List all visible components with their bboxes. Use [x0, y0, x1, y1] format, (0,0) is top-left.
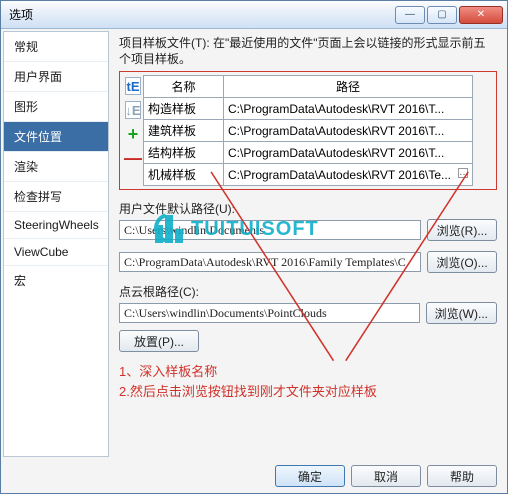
add-row-button[interactable]: +: [125, 125, 141, 143]
minimize-button[interactable]: —: [395, 6, 425, 24]
sidebar-item-macro[interactable]: 宏: [4, 265, 108, 295]
sidebar-item-graphics[interactable]: 图形: [4, 91, 108, 121]
annotation-line1: 1、深入样板名称: [119, 362, 497, 382]
footer: 确定 取消 帮助: [275, 465, 497, 487]
table-row[interactable]: 机械样板 C:\ProgramData\Autodesk\RVT 2016\Te…: [144, 164, 473, 186]
window-title: 选项: [9, 6, 393, 23]
sidebar-item-steeringwheels[interactable]: SteeringWheels: [4, 211, 108, 238]
titlebar[interactable]: 选项 — ▢ ✕: [1, 1, 507, 29]
family-path-group: C:\ProgramData\Autodesk\RVT 2016\Family …: [119, 251, 497, 273]
maximize-button[interactable]: ▢: [427, 6, 457, 24]
family-path-browse-button[interactable]: 浏览(O)...: [427, 251, 497, 273]
cloud-path-browse-button[interactable]: 浏览(W)...: [426, 302, 497, 324]
sidebar-item-ui[interactable]: 用户界面: [4, 61, 108, 91]
cloud-path-group: 点云根路径(C): C:\Users\windlin\Documents\Poi…: [119, 283, 497, 324]
content-panel: 项目样板文件(T): 在"最近使用的文件"页面上会以链接的形式显示前五个项目样板…: [109, 29, 507, 459]
cancel-button[interactable]: 取消: [351, 465, 421, 487]
template-table-area: tE ↓E + — 名称 路径 构造样板 C:\ProgramData\Auto…: [119, 71, 497, 190]
body: 常规 用户界面 图形 文件位置 渲染 检查拼写 SteeringWheels V…: [1, 29, 507, 459]
places-button[interactable]: 放置(P)...: [119, 330, 199, 352]
user-path-group: 用户文件默认路径(U): C:\Users\windlin\Documents …: [119, 200, 497, 241]
col-path: 路径: [224, 76, 473, 98]
template-files-desc: 项目样板文件(T): 在"最近使用的文件"页面上会以链接的形式显示前五个项目样板…: [119, 35, 497, 67]
ok-button[interactable]: 确定: [275, 465, 345, 487]
remove-row-button[interactable]: —: [125, 149, 141, 167]
table-row[interactable]: 构造样板 C:\ProgramData\Autodesk\RVT 2016\T.…: [144, 98, 473, 120]
user-path-input[interactable]: C:\Users\windlin\Documents: [119, 220, 421, 240]
sidebar-item-viewcube[interactable]: ViewCube: [4, 238, 108, 265]
cloud-path-input[interactable]: C:\Users\windlin\Documents\PointClouds: [119, 303, 420, 323]
template-table[interactable]: 名称 路径 构造样板 C:\ProgramData\Autodesk\RVT 2…: [143, 75, 473, 186]
sidebar: 常规 用户界面 图形 文件位置 渲染 检查拼写 SteeringWheels V…: [3, 31, 109, 457]
user-path-label: 用户文件默认路径(U):: [119, 200, 497, 217]
ellipsis-button-icon[interactable]: …: [458, 168, 468, 178]
sidebar-item-spellcheck[interactable]: 检查拼写: [4, 181, 108, 211]
sidebar-item-general[interactable]: 常规: [4, 32, 108, 61]
move-up-button[interactable]: tE: [125, 77, 141, 95]
options-window: 选项 — ▢ ✕ 常规 用户界面 图形 文件位置 渲染 检查拼写 Steerin…: [0, 0, 508, 494]
annotation-line2: 2.然后点击浏览按钮找到刚才文件夹对应样板: [119, 382, 497, 402]
close-button[interactable]: ✕: [459, 6, 503, 24]
help-button[interactable]: 帮助: [427, 465, 497, 487]
col-name: 名称: [144, 76, 224, 98]
sidebar-item-file-locations[interactable]: 文件位置: [4, 121, 108, 151]
cloud-path-label: 点云根路径(C):: [119, 283, 497, 300]
table-row[interactable]: 结构样板 C:\ProgramData\Autodesk\RVT 2016\T.…: [144, 142, 473, 164]
annotation-text: 1、深入样板名称 2.然后点击浏览按钮找到刚才文件夹对应样板: [119, 362, 497, 402]
table-controls: tE ↓E + —: [123, 75, 143, 186]
family-path-input[interactable]: C:\ProgramData\Autodesk\RVT 2016\Family …: [119, 252, 421, 272]
table-row[interactable]: 建筑样板 C:\ProgramData\Autodesk\RVT 2016\T.…: [144, 120, 473, 142]
sidebar-item-render[interactable]: 渲染: [4, 151, 108, 181]
move-down-button[interactable]: ↓E: [125, 101, 141, 119]
user-path-browse-button[interactable]: 浏览(R)...: [427, 219, 497, 241]
